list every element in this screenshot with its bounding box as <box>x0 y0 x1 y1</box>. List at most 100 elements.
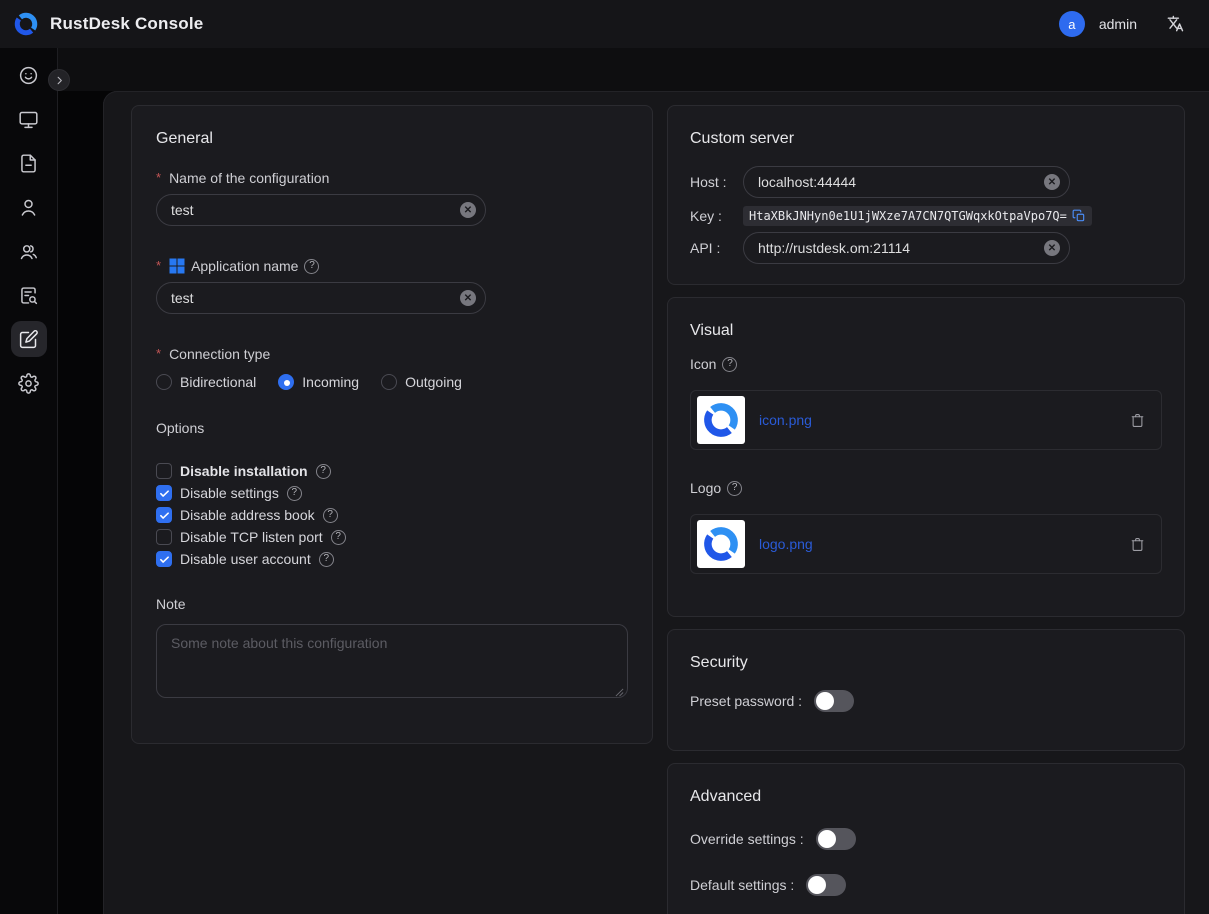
chevron-right-icon <box>54 75 65 86</box>
sidebar-item-groups[interactable] <box>11 233 47 269</box>
checkbox-disable-tcp-listen-port[interactable]: Disable TCP listen port ? <box>156 526 628 548</box>
custom-server-title: Custom server <box>690 128 1162 150</box>
preset-password-row: Preset password : <box>690 690 1162 712</box>
preset-password-toggle[interactable] <box>814 690 854 712</box>
clear-icon[interactable]: ✕ <box>460 290 476 306</box>
host-input[interactable] <box>743 166 1070 198</box>
connection-type-label: * Connection type <box>156 344 628 364</box>
clear-icon[interactable]: ✕ <box>1044 174 1060 190</box>
file-search-icon <box>18 285 39 306</box>
radio-icon <box>156 374 172 390</box>
general-card: General * Name of the configuration ✕ * … <box>131 105 653 744</box>
trash-icon[interactable] <box>1130 413 1145 428</box>
help-icon[interactable]: ? <box>722 357 737 372</box>
logo-file-item: logo.png <box>690 514 1162 574</box>
help-icon[interactable]: ? <box>331 530 346 545</box>
trash-icon[interactable] <box>1130 537 1145 552</box>
edit-square-icon <box>18 329 39 350</box>
config-name-input[interactable] <box>156 194 486 226</box>
radio-outgoing[interactable]: Outgoing <box>381 374 462 390</box>
main-content: General * Name of the configuration ✕ * … <box>103 91 1209 914</box>
translate-icon[interactable] <box>1165 14 1185 34</box>
key-label: Key : <box>690 208 743 224</box>
radio-incoming[interactable]: Incoming <box>278 374 359 390</box>
radio-icon <box>381 374 397 390</box>
icon-label: Icon ? <box>690 354 1162 374</box>
note-textarea[interactable] <box>156 624 628 698</box>
radio-icon <box>278 374 294 390</box>
api-input[interactable] <box>743 232 1070 264</box>
checkbox-icon <box>156 529 172 545</box>
topbar-right: a admin <box>1059 11 1185 37</box>
rustdesk-logo-icon <box>12 10 40 38</box>
help-icon[interactable]: ? <box>287 486 302 501</box>
smile-icon <box>18 65 39 86</box>
app-title: RustDesk Console <box>50 14 203 34</box>
config-name-field-wrap: ✕ <box>156 194 486 226</box>
windows-icon <box>169 258 185 274</box>
help-icon[interactable]: ? <box>316 464 331 479</box>
sidebar-item-documents[interactable] <box>11 145 47 181</box>
help-icon[interactable]: ? <box>304 259 319 274</box>
sidebar-item-users[interactable] <box>11 189 47 225</box>
override-settings-row: Override settings : <box>690 828 1162 850</box>
security-title: Security <box>690 652 1162 674</box>
username[interactable]: admin <box>1099 16 1137 32</box>
logo-label: Logo ? <box>690 478 1162 498</box>
visual-title: Visual <box>690 320 1162 342</box>
checkbox-disable-user-account[interactable]: Disable user account ? <box>156 548 628 570</box>
api-row: API : ✕ <box>690 232 1162 264</box>
users-icon <box>18 241 39 262</box>
visual-card: Visual Icon ? icon.png <box>667 297 1185 617</box>
sidebar-collapse-button[interactable] <box>48 69 70 91</box>
key-row: Key : HtaXBkJNHyn0e1U1jWXze7A7CN7QTGWqxk… <box>690 206 1162 226</box>
avatar[interactable]: a <box>1059 11 1085 37</box>
help-icon[interactable]: ? <box>727 481 742 496</box>
override-settings-toggle[interactable] <box>816 828 856 850</box>
sidebar-item-configurations[interactable] <box>11 321 47 357</box>
help-icon[interactable]: ? <box>319 552 334 567</box>
host-row: Host : ✕ <box>690 166 1162 198</box>
resize-grip-icon[interactable] <box>615 688 624 697</box>
custom-server-card: Custom server Host : ✕ Key : HtaXBkJNHyn… <box>667 105 1185 285</box>
sidebar-item-settings[interactable] <box>11 365 47 401</box>
logo-thumbnail <box>697 520 745 568</box>
checkbox-icon <box>156 507 172 523</box>
advanced-title: Advanced <box>690 786 1162 808</box>
preset-password-label: Preset password : <box>690 693 802 709</box>
default-settings-row: Default settings : <box>690 874 1162 896</box>
icon-thumbnail <box>697 396 745 444</box>
icon-file-link[interactable]: icon.png <box>759 412 1116 428</box>
clear-icon[interactable]: ✕ <box>460 202 476 218</box>
sidebar-item-devices[interactable] <box>11 101 47 137</box>
checkbox-disable-address-book[interactable]: Disable address book ? <box>156 504 628 526</box>
api-label: API : <box>690 240 743 256</box>
application-name-label: * Application name ? <box>156 256 628 276</box>
note-label: Note <box>156 594 628 614</box>
monitor-icon <box>18 109 39 130</box>
rustdesk-logo-icon <box>700 523 742 565</box>
options-checkbox-list: Disable installation ? Disable settings … <box>156 460 628 570</box>
sidebar <box>0 48 58 914</box>
default-settings-toggle[interactable] <box>806 874 846 896</box>
clear-icon[interactable]: ✕ <box>1044 240 1060 256</box>
sidebar-item-audit[interactable] <box>11 277 47 313</box>
logo-file-link[interactable]: logo.png <box>759 536 1116 552</box>
copy-icon[interactable] <box>1072 209 1086 223</box>
default-settings-label: Default settings : <box>690 877 794 893</box>
settings-icon <box>18 373 39 394</box>
connection-type-radio-group: Bidirectional Incoming Outgoing <box>156 374 628 390</box>
sidebar-item-dashboard[interactable] <box>11 57 47 93</box>
general-title: General <box>156 128 628 150</box>
override-settings-label: Override settings : <box>690 831 804 847</box>
radio-bidirectional[interactable]: Bidirectional <box>156 374 256 390</box>
icon-file-item: icon.png <box>690 390 1162 450</box>
topstrip <box>58 48 1209 91</box>
rustdesk-logo-icon <box>700 399 742 441</box>
topbar: RustDesk Console a admin <box>0 0 1209 48</box>
application-name-input[interactable] <box>156 282 486 314</box>
help-icon[interactable]: ? <box>323 508 338 523</box>
checkbox-disable-settings[interactable]: Disable settings ? <box>156 482 628 504</box>
checkbox-disable-installation[interactable]: Disable installation ? <box>156 460 628 482</box>
host-label: Host : <box>690 174 743 190</box>
